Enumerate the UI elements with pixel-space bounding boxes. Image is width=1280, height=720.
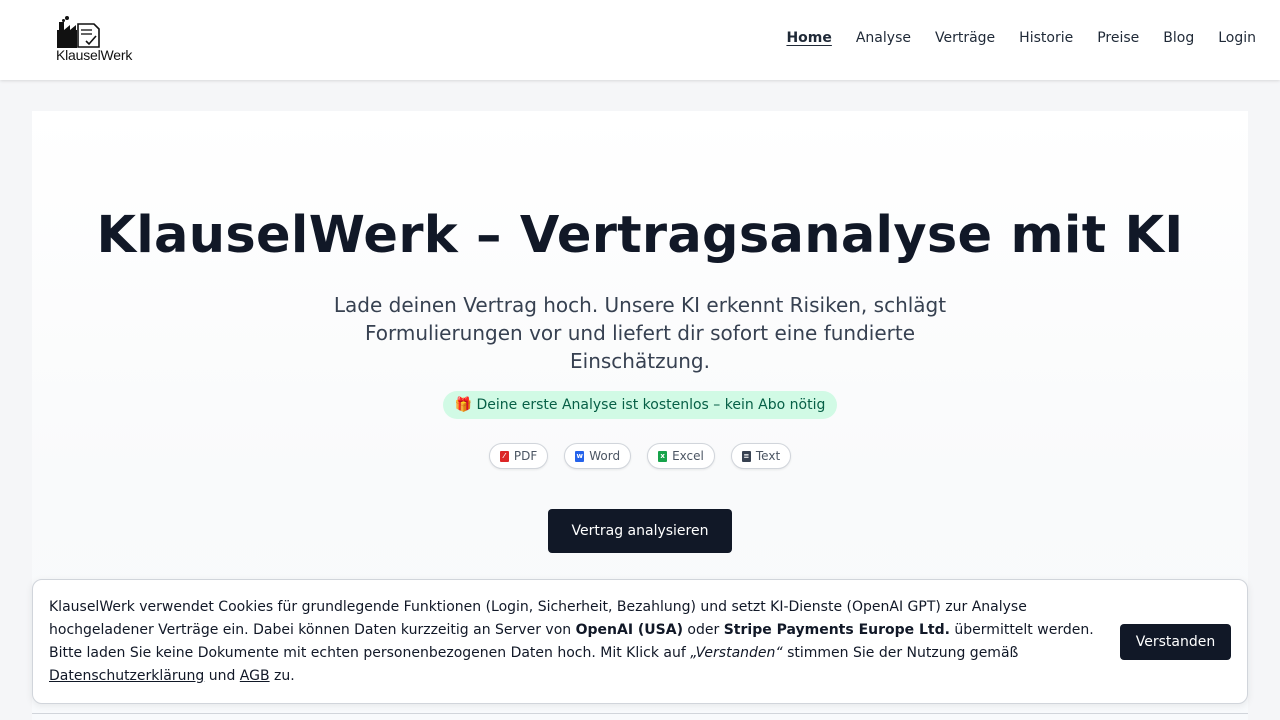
cookie-strong-stripe: Stripe Payments Europe Ltd. [723,622,950,638]
free-analysis-badge: 🎁 Deine erste Analyse ist kostenlos – ke… [443,391,837,419]
terms-link[interactable]: AGB [240,668,270,684]
main-nav: Home Analyse Verträge Historie Preise Bl… [786,30,1256,46]
format-label: Word [589,449,621,463]
hero-title: KlauselWerk – Vertragsanalyse mit KI [96,206,1184,265]
nav-login[interactable]: Login [1218,30,1256,46]
nav-vertraege[interactable]: Verträge [935,30,995,46]
format-chip-text: ≡ Text [730,443,792,469]
nav-preise[interactable]: Preise [1097,30,1139,46]
privacy-policy-link[interactable]: Datenschutzerklärung [49,668,204,684]
nav-blog[interactable]: Blog [1163,30,1194,46]
cookie-strong-openai: OpenAI (USA) [575,622,683,638]
factory-document-icon [57,16,100,48]
cookie-quote: „Verstanden“ [690,645,783,661]
word-file-icon: w [575,450,585,462]
brand-name: KlauselWerk [56,47,133,63]
supported-formats: ⁄ PDF w Word x Excel ≡ Text [0,443,1280,469]
cookie-text-part: oder [682,622,724,638]
cookie-text-part: stimmen Sie der Nutzung gemäß [782,645,1019,661]
format-chip-pdf: ⁄ PDF [488,443,549,469]
cookie-banner: KlauselWerk verwendet Cookies für grundl… [32,579,1248,704]
brand-logo[interactable]: KlauselWerk [56,14,146,66]
nav-analyse[interactable]: Analyse [856,30,911,46]
format-label: Excel [672,449,704,463]
accept-cookies-button[interactable]: Verstanden [1120,624,1231,660]
site-header: KlauselWerk Home Analyse Verträge Histor… [0,0,1280,80]
pdf-file-icon: ⁄ [499,450,509,462]
cookie-notice-text: KlauselWerk verwendet Cookies für grundl… [49,596,1109,688]
format-chip-excel: x Excel [647,443,715,469]
text-file-icon: ≡ [741,450,751,462]
nav-home[interactable]: Home [786,30,831,46]
excel-file-icon: x [658,450,668,462]
nav-historie[interactable]: Historie [1019,30,1073,46]
format-label: Text [755,449,781,463]
hero-subtitle: Lade deinen Vertrag hoch. Unsere KI erke… [333,293,947,373]
cookie-text-part: und [204,668,240,684]
format-label: PDF [513,449,538,463]
analyze-contract-button[interactable]: Vertrag analysieren [548,509,732,553]
format-chip-word: w Word [564,443,632,469]
divider [32,713,1248,714]
cookie-text-part: zu. [269,668,295,684]
